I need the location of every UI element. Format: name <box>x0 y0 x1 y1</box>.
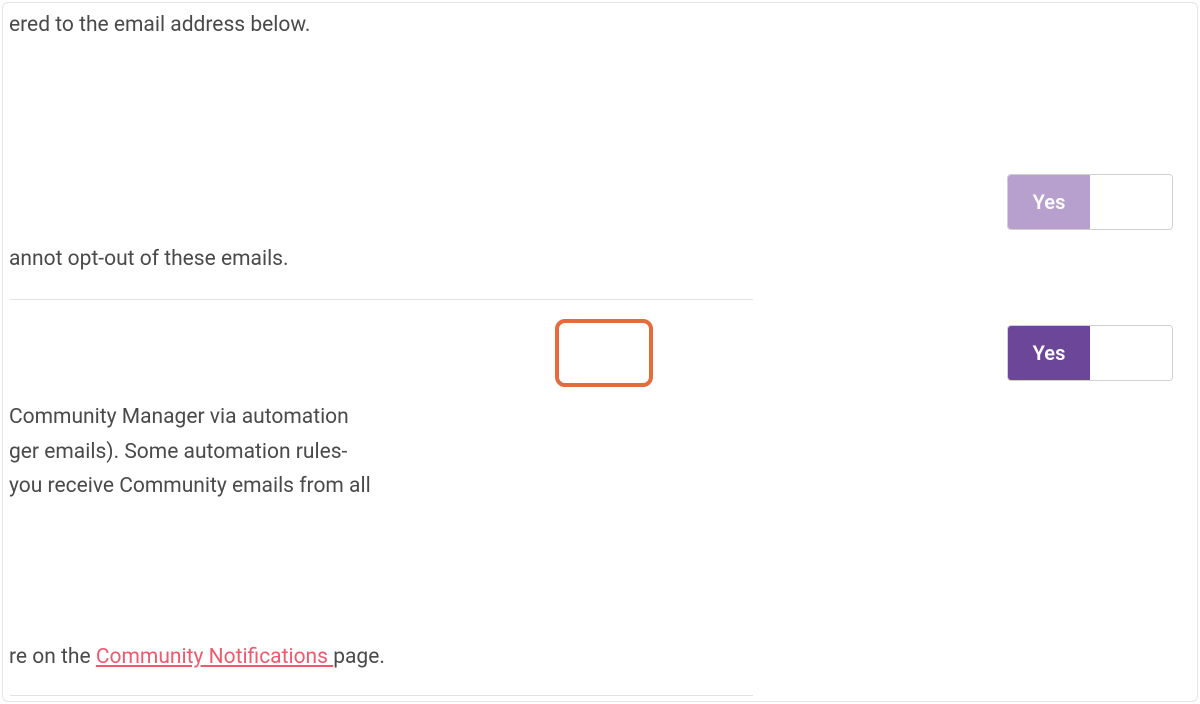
divider <box>10 695 753 696</box>
settings-panel: ered to the email address below. Yes ann… <box>2 2 1198 702</box>
system-emails-description-fragment: annot opt-out of these emails. <box>9 247 289 271</box>
footer-prefix: re on the <box>9 645 96 669</box>
system-emails-toggle: Yes <box>1007 174 1173 230</box>
system-emails-toggle-yes: Yes <box>1008 175 1090 229</box>
desc-line: you receive Community emails from all <box>9 469 469 504</box>
intro-text-fragment: ered to the email address below. <box>9 13 310 37</box>
community-emails-toggle-yes[interactable]: Yes <box>1008 326 1090 380</box>
highlight-ring <box>555 319 653 387</box>
system-emails-toggle-no <box>1090 175 1172 229</box>
footer-text: re on the Community Notifications page. <box>9 645 385 669</box>
desc-line: Community Manager via automation <box>9 400 469 435</box>
community-emails-toggle-no[interactable] <box>1090 326 1172 380</box>
divider <box>10 299 753 300</box>
community-emails-description-fragment: Community Manager via automation ger ema… <box>9 400 469 504</box>
community-emails-toggle[interactable]: Yes <box>1007 325 1173 381</box>
community-notifications-link[interactable]: Community Notifications <box>96 645 333 669</box>
footer-suffix: page. <box>333 645 385 669</box>
desc-line: ger emails). Some automation rules- <box>9 435 469 470</box>
